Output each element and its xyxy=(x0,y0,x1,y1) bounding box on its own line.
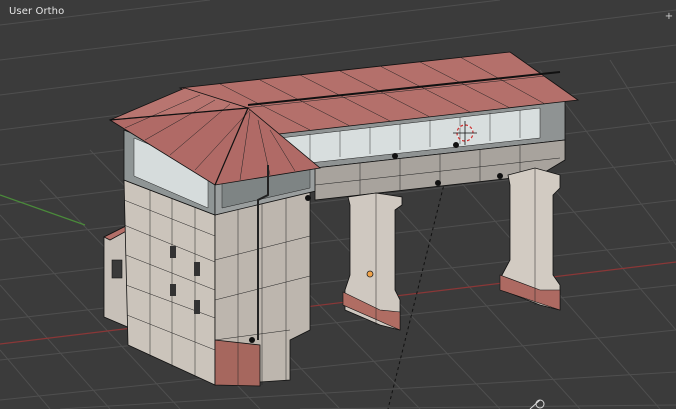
corner-split-icon[interactable]: + xyxy=(664,12,674,22)
floor-grid xyxy=(0,0,676,409)
view-label: User Ortho xyxy=(9,6,65,17)
viewport-scene[interactable] xyxy=(0,0,676,409)
x-axis-line xyxy=(0,261,676,345)
axis-gizmo-icon xyxy=(529,399,545,409)
origin-point-icon[interactable] xyxy=(366,270,374,278)
right-pillar[interactable] xyxy=(499,167,561,311)
left-pillar[interactable] xyxy=(342,192,403,331)
3d-viewport[interactable]: User Ortho + xyxy=(0,0,676,409)
